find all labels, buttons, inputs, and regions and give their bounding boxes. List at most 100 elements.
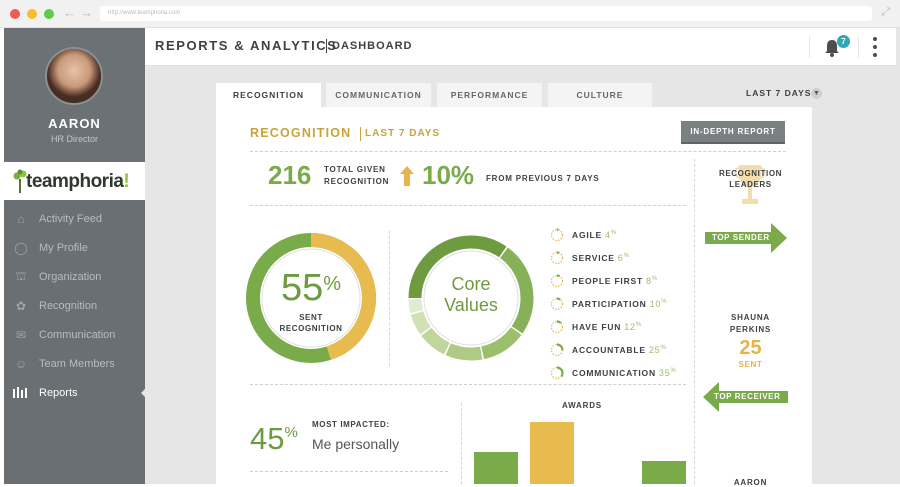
sidebar-item-communication[interactable]: ✉ Communication bbox=[4, 320, 145, 349]
report-panel: RECOGNITION LAST 7 DAYS IN-DEPTH REPORT … bbox=[216, 107, 812, 487]
value-item: PEOPLE FIRST 8% bbox=[550, 269, 700, 292]
award-bar bbox=[642, 461, 686, 484]
maximize-window-dot[interactable] bbox=[44, 9, 54, 19]
sidebar: AARON HR Director teamphoria! ⌂ Activity… bbox=[4, 28, 146, 484]
sidebar-item-label: Activity Feed bbox=[39, 212, 102, 225]
back-arrow-icon[interactable]: ← bbox=[63, 5, 76, 20]
sidebar-menu: ⌂ Activity Feed ◯ My Profile ⛫ Organizat… bbox=[4, 204, 146, 407]
divider bbox=[389, 231, 390, 366]
value-label: ACCOUNTABLE bbox=[572, 344, 646, 355]
sent-percent: 55% bbox=[280, 267, 342, 309]
top-sender-count: 25 bbox=[739, 337, 762, 359]
tab-recognition[interactable]: RECOGNITION bbox=[216, 83, 321, 107]
right-gutter bbox=[896, 28, 900, 484]
sidebar-item-my-profile[interactable]: ◯ My Profile bbox=[4, 233, 145, 262]
value-item: PARTICIPATION 10% bbox=[550, 292, 700, 315]
chat-bubbles-icon: ✉ bbox=[15, 327, 27, 342]
sidebar-item-activity-feed[interactable]: ⌂ Activity Feed bbox=[4, 204, 145, 233]
value-label: PEOPLE FIRST bbox=[572, 275, 643, 286]
value-ring-icon bbox=[550, 296, 564, 311]
total-given-count: 216 bbox=[268, 160, 312, 190]
divider bbox=[461, 403, 462, 484]
user-circle-icon: ◯ bbox=[14, 240, 28, 255]
recognition-leaders: RECOGNITION LEADERS TOP SENDER SHAUNA PERK… bbox=[698, 107, 812, 487]
more-options-icon[interactable] bbox=[872, 37, 878, 59]
divider bbox=[250, 471, 448, 472]
sidebar-item-organization[interactable]: ⛫ Organization bbox=[4, 262, 145, 291]
org-chart-icon: ⛫ bbox=[15, 268, 27, 283]
divider bbox=[250, 205, 686, 206]
value-percent: 8% bbox=[646, 275, 658, 286]
tab-culture[interactable]: CULTURE bbox=[548, 83, 652, 107]
main-content: RECOGNITION COMMUNICATION PERFORMANCE CU… bbox=[145, 66, 896, 487]
top-sender-name: SHAUNA PERKINS bbox=[729, 313, 772, 334]
sidebar-item-label: My Profile bbox=[39, 241, 88, 254]
header-divider bbox=[858, 36, 859, 58]
total-given-label: TOTAL GIVEN RECOGNITION bbox=[324, 165, 390, 186]
logo-wordmark: teamphoria! bbox=[26, 171, 130, 192]
page-header: REPORTS & ANALYTICS DASHBOARD 7 bbox=[145, 28, 896, 66]
most-impacted-value: Me personally bbox=[312, 436, 400, 452]
sent-label: SENT RECOGNITION bbox=[279, 313, 343, 333]
title-divider bbox=[360, 127, 361, 141]
value-ring-icon bbox=[550, 250, 564, 265]
page-title: REPORTS & ANALYTICS bbox=[155, 38, 338, 53]
sidebar-item-reports[interactable]: Reports bbox=[4, 378, 146, 407]
value-label: HAVE FUN bbox=[572, 321, 622, 332]
tab-performance[interactable]: PERFORMANCE bbox=[437, 83, 542, 107]
value-ring-icon bbox=[550, 365, 564, 380]
people-icon: ☺ bbox=[14, 356, 28, 371]
value-item: HAVE FUN 12% bbox=[550, 315, 700, 338]
value-label: AGILE bbox=[572, 229, 602, 240]
top-sender-unit: SENT bbox=[738, 360, 763, 369]
sidebar-item-recognition[interactable]: ✿ Recognition bbox=[4, 291, 145, 320]
address-bar[interactable]: http://www.teamphoria.com bbox=[100, 6, 872, 21]
report-subtitle: LAST 7 DAYS bbox=[365, 128, 441, 139]
value-label: PARTICIPATION bbox=[572, 298, 647, 309]
value-item: AGILE 4% bbox=[550, 223, 700, 246]
most-impacted-label: MOST IMPACTED: bbox=[312, 420, 390, 429]
value-percent: 35% bbox=[658, 367, 677, 378]
most-impacted-percent: 45% bbox=[250, 421, 298, 456]
page-subtitle: DASHBOARD bbox=[332, 40, 413, 52]
value-percent: 25% bbox=[648, 344, 667, 355]
sidebar-item-label: Reports bbox=[39, 386, 78, 399]
sidebar-item-label: Communication bbox=[39, 328, 116, 341]
value-item: COMMUNICATION 35% bbox=[550, 361, 700, 384]
header-divider bbox=[809, 36, 810, 58]
chevron-down-icon[interactable]: ▼ bbox=[811, 88, 822, 99]
tab-communication[interactable]: COMMUNICATION bbox=[326, 83, 431, 107]
value-item: SERVICE 6% bbox=[550, 246, 700, 269]
value-label: SERVICE bbox=[572, 252, 615, 263]
sidebar-item-label: Organization bbox=[39, 270, 102, 283]
user-role: HR Director bbox=[50, 134, 98, 144]
value-percent: 12% bbox=[624, 321, 642, 332]
value-item: ACCOUNTABLE 25% bbox=[550, 338, 700, 361]
ribbon-icon: ✿ bbox=[15, 298, 27, 313]
notification-badge[interactable]: 7 bbox=[837, 35, 850, 48]
core-values-label: Core Values bbox=[444, 274, 498, 315]
up-arrow-icon bbox=[400, 166, 414, 186]
awards-title: AWARDS bbox=[562, 401, 602, 410]
close-window-dot[interactable] bbox=[10, 9, 20, 19]
profile-card: AARON HR Director bbox=[4, 28, 145, 162]
top-receiver-label: TOP RECEIVER bbox=[714, 392, 781, 401]
sidebar-item-team-members[interactable]: ☺ Team Members bbox=[4, 349, 145, 378]
value-ring-icon bbox=[550, 273, 564, 288]
expand-icon[interactable]: ⤢ bbox=[881, 6, 890, 19]
forward-arrow-icon[interactable]: → bbox=[80, 5, 93, 20]
value-percent: 6% bbox=[617, 252, 630, 263]
minimize-window-dot[interactable] bbox=[27, 9, 37, 19]
teamphoria-logo[interactable]: teamphoria! bbox=[4, 162, 145, 200]
sprout-icon bbox=[13, 169, 27, 193]
avatar[interactable] bbox=[45, 47, 103, 105]
top-receiver-name: AARON bbox=[733, 478, 768, 487]
user-name: AARON bbox=[48, 116, 101, 131]
date-range-select[interactable]: LAST 7 DAYS bbox=[746, 88, 811, 98]
leaders-title: RECOGNITION LEADERS bbox=[718, 169, 783, 189]
award-bar bbox=[474, 452, 518, 484]
change-label: FROM PREVIOUS 7 DAYS bbox=[486, 174, 600, 183]
value-label: COMMUNICATION bbox=[572, 367, 656, 378]
divider bbox=[250, 384, 686, 385]
value-ring-icon bbox=[550, 227, 564, 242]
